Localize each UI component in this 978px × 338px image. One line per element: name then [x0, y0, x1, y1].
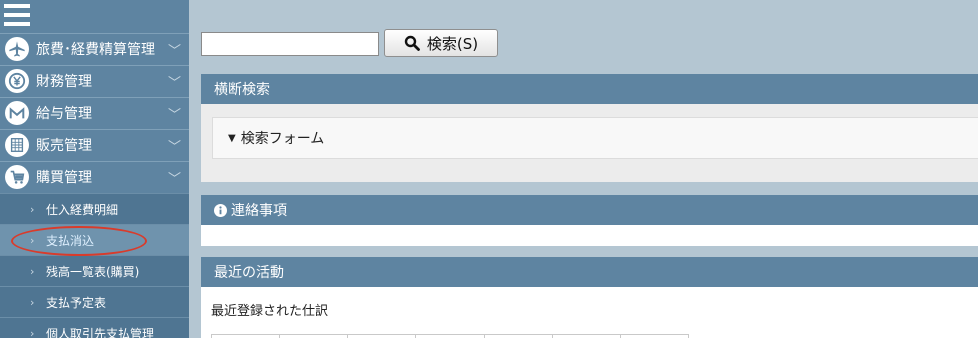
recent-journal-table — [211, 334, 689, 338]
chevron-down-icon: ﹀ — [167, 75, 181, 91]
sidebar-item-purchasing[interactable]: 購買管理 ﹀ — [0, 161, 189, 192]
chevron-down-icon: ﹀ — [167, 107, 181, 123]
recent-journal-caption: 最近登録された仕訳 — [211, 304, 329, 319]
cross-search-title: 横断検索 — [214, 82, 270, 98]
sidebar-item-label: 販売管理 — [36, 138, 92, 154]
sidebar: 旅費･経費精算管理 ﹀ 財務管理 ﹀ 給与管理 ﹀ 販売管理 ﹀ 購買管理 ﹀ … — [0, 0, 189, 338]
sidebar-subitem-label: 仕入経費明細 — [46, 202, 119, 217]
sidebar-subitem-balance-list[interactable]: › 残高一覧表(購買) — [0, 255, 189, 286]
search-icon — [404, 35, 420, 51]
chevron-right-icon: › — [30, 264, 35, 278]
recent-activity-header: 最近の活動 — [201, 257, 978, 287]
notice-header: 連絡事項 — [201, 195, 978, 225]
sidebar-item-sales[interactable]: 販売管理 ﹀ — [0, 129, 189, 160]
sidebar-item-finance[interactable]: 財務管理 ﹀ — [0, 65, 189, 96]
sidebar-subitem-label: 支払消込 — [46, 233, 95, 248]
caret-down-icon: ▼ — [228, 132, 236, 144]
chevron-down-icon: ﹀ — [167, 139, 181, 155]
sidebar-subitem-label: 個人取引先支払管理 — [46, 326, 155, 338]
chevron-right-icon: › — [30, 202, 35, 216]
notice-title: 連絡事項 — [231, 203, 287, 219]
envelope-icon — [5, 101, 29, 125]
sidebar-subitem-individual-supplier-payment[interactable]: › 個人取引先支払管理 — [0, 317, 189, 338]
sidebar-item-travel-expense[interactable]: 旅費･経費精算管理 ﹀ — [0, 33, 189, 64]
sidebar-item-label: 給与管理 — [36, 106, 92, 122]
yen-coin-icon — [5, 69, 29, 93]
search-form-label: 検索フォーム — [240, 131, 325, 147]
notice-panel — [201, 225, 978, 246]
recent-activity-title: 最近の活動 — [214, 265, 284, 281]
search-form-toggle[interactable]: ▼ 検索フォーム — [212, 117, 978, 159]
sidebar-subitem-payment-reconcile[interactable]: › 支払消込 — [0, 224, 189, 255]
sidebar-item-label: 財務管理 — [36, 74, 92, 90]
sidebar-subitem-payment-schedule[interactable]: › 支払予定表 — [0, 286, 189, 317]
search-button-label: 検索(S) — [426, 34, 479, 53]
sidebar-subitem-label: 残高一覧表(購買) — [46, 264, 140, 279]
sidebar-item-label: 購買管理 — [36, 170, 92, 186]
sidebar-item-payroll[interactable]: 給与管理 ﹀ — [0, 97, 189, 128]
hamburger-menu-icon[interactable] — [4, 4, 30, 28]
chevron-right-icon: › — [30, 233, 35, 247]
chevron-down-icon: ﹀ — [167, 171, 181, 187]
airplane-icon — [5, 37, 29, 61]
cart-icon — [5, 165, 29, 189]
search-input[interactable] — [201, 32, 379, 56]
chevron-right-icon: › — [30, 326, 35, 338]
chevron-down-icon: ﹀ — [167, 43, 181, 59]
cross-search-header: 横断検索 — [201, 74, 978, 104]
sidebar-item-label: 旅費･経費精算管理 — [36, 42, 155, 58]
building-icon — [5, 133, 29, 157]
sidebar-subitem-label: 支払予定表 — [46, 295, 107, 310]
sidebar-subitem-purchase-expense-detail[interactable]: › 仕入経費明細 — [0, 193, 189, 224]
chevron-right-icon: › — [30, 295, 35, 309]
info-icon — [214, 203, 227, 217]
search-button[interactable]: 検索(S) — [384, 29, 498, 57]
